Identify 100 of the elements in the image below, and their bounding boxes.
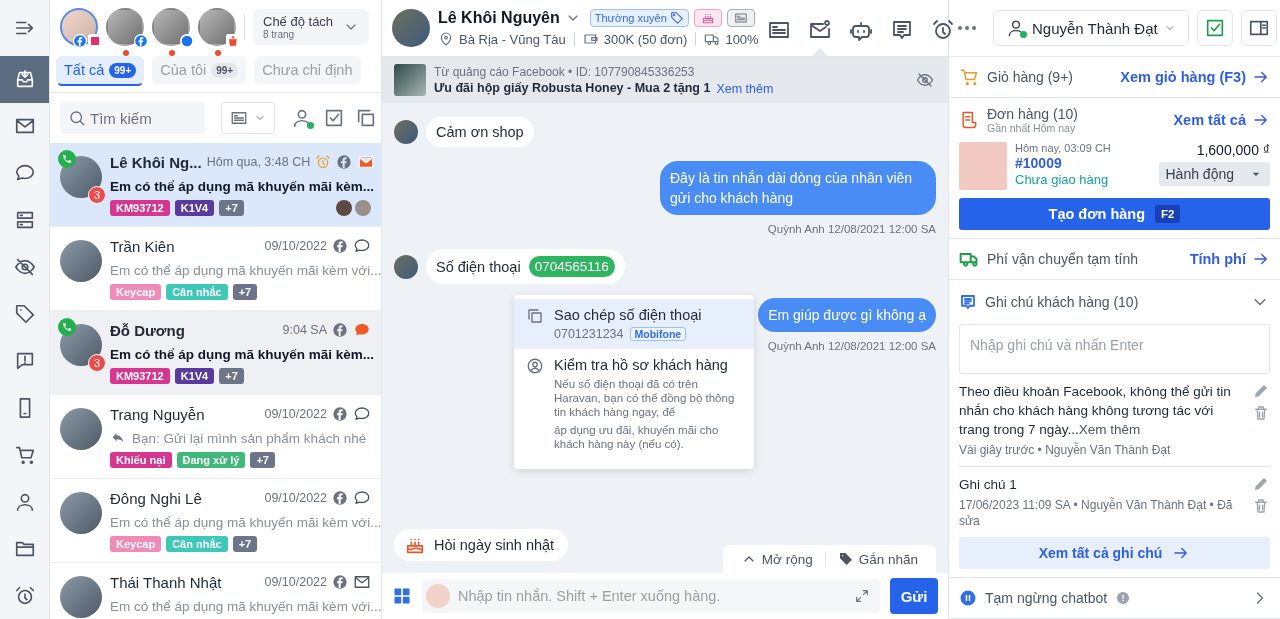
page-avatar[interactable] (152, 8, 190, 46)
conversation-item[interactable]: Thái Thanh Nhật 09/10/2022 Em có thể áp dụng mã khuyến mãi kèm với... (50, 563, 381, 619)
message-preview: Em có thể áp dụng mã khuyến mãi kèm... (110, 178, 375, 194)
alarm-clock-icon (13, 584, 36, 607)
menu-item-description: Nếu số điện thoại đã có trên Haravan, bạn có thể đồng bộ thông tin khách hàng ngay, để (554, 377, 736, 419)
action-button[interactable]: Mở rộng (728, 551, 825, 567)
filter-tab[interactable]: Của tôi 99+ (152, 56, 247, 84)
pencil-icon[interactable] (1252, 382, 1270, 400)
chatbot-title: Tạm ngừng chatbot (985, 590, 1108, 606)
label-tag: Keycap (110, 284, 162, 300)
orders-subtitle: Gần nhất Hôm nay (987, 122, 1077, 134)
conversation-item[interactable]: 3 Lê Khôi Ng... Hôm qua, 3:48 CH Em có thể áp dụng mã khuyến mãi kèm... KM93712 K1V4 +7 (50, 143, 381, 227)
order-code-link[interactable]: #10009 (1015, 155, 1111, 171)
label-tag: +7 (219, 368, 244, 384)
facebook-icon (332, 490, 348, 506)
note-input[interactable]: Nhập ghi chú và nhấn Enter (959, 324, 1270, 374)
nav-button[interactable] (0, 55, 49, 103)
alarm-clock-icon (315, 154, 332, 170)
message-time: Hôm qua, 3:48 CH (206, 155, 311, 169)
contact-name: Trần Kiên (110, 237, 176, 255)
label-tag: K1V4 (174, 200, 215, 216)
page-avatar[interactable] (198, 8, 236, 46)
tag-icon (669, 11, 684, 25)
message-preview: Bạn: Gửi lại mình sản phẩm khách nhé (132, 430, 367, 446)
orders-title: Đơn hàng (10) (987, 106, 1078, 122)
menu-item[interactable]: Kiểm tra hồ sơ khách hàng Nếu số điện thoại đã có trên Haravan, bạn có thể đồng bộ thông tin khách hàng ngay, để áp dụng ưu đãi, khuyến mãi cho khách hàng này (nếu có). (514, 349, 754, 459)
menu-item-label: Sao chép số điện thoại (554, 307, 702, 323)
avatar (392, 9, 430, 47)
see-more-link[interactable]: Xem thêm (716, 82, 774, 96)
expand-icon[interactable] (854, 588, 870, 604)
product-photo-placeholder (959, 142, 1007, 190)
action-dropdown[interactable]: Hành động (1159, 162, 1270, 186)
help-icon[interactable] (1115, 590, 1132, 606)
location-pin-icon (438, 31, 454, 47)
note-text: Theo điều khoản Facebook, không thể gửi tin nhắn cho khách hàng không tương tác với trang trong 7 ngày...Xem thêm (959, 383, 1232, 439)
eye-slash-icon[interactable] (916, 71, 934, 89)
inbox-filter-dropdown[interactable] (221, 102, 275, 134)
view-all-orders-link[interactable]: Xem tất cả (1173, 111, 1270, 129)
filter-tab[interactable]: Tất cả 99+ (56, 56, 145, 84)
assignee-avatar (355, 200, 371, 216)
label-tag: Cân nhắc (166, 284, 228, 300)
message-preview: Em có thể áp dụng mã khuyến mãi kèm với... (110, 262, 381, 278)
suggestion-label: Hỏi ngày sinh nhật (434, 537, 555, 553)
search-field[interactable]: Tìm kiếm (60, 102, 205, 134)
phone-icon (61, 321, 73, 333)
label-tag: Cân nhắc (166, 536, 228, 552)
message-meta: Quỳnh Anh 12/08/2021 12:00 SA (767, 340, 936, 352)
message-meta: Quỳnh Anh 12/08/2021 12:00 SA (767, 223, 936, 235)
facebook-icon (134, 34, 148, 48)
create-order-button[interactable]: Tạo đơn hàng F2 (959, 198, 1270, 230)
label-tag: KM93712 (110, 200, 170, 216)
label-tag: +7 (219, 200, 244, 216)
select-all-icon[interactable] (355, 107, 377, 129)
facebook-icon (332, 322, 348, 338)
conversation-item[interactable]: Trang Nguyễn 09/10/2022 Bạn: Gửi lại mình sản phẩm khách nhé Khiếu nại Đang xử lý +7 (50, 395, 381, 479)
contact-name[interactable]: Lê Khôi Nguyên (438, 9, 560, 27)
complete-button[interactable] (1196, 10, 1233, 46)
panel-toggle-button[interactable] (1240, 10, 1277, 46)
menu-item[interactable]: Sao chép số điện thoại 0701231234 Mobifone (514, 299, 754, 349)
label-tag: +7 (232, 536, 258, 552)
apps-grid-icon[interactable] (392, 586, 412, 606)
tray-icon (230, 109, 248, 127)
check-list-icon[interactable] (323, 107, 345, 129)
receipt-icon (959, 110, 979, 130)
message-bubble: Em giúp được gì không ạ (758, 298, 936, 332)
note-icon (959, 293, 977, 311)
page-avatar[interactable] (106, 8, 144, 46)
view-all-notes-button[interactable]: Xem tất cả ghi chú (959, 537, 1270, 569)
tab-label: Của tôi (160, 62, 207, 78)
message-text: Số điện thoại (436, 258, 521, 275)
see-more-link[interactable]: Xem thêm (1078, 422, 1141, 437)
message-preview: Em có thể áp dụng mã khuyến mãi kèm với... (110, 514, 381, 530)
trash-icon[interactable] (1252, 497, 1270, 515)
action-label: Gắn nhãn (858, 551, 918, 567)
note-meta: Vài giây trước • Nguyễn Văn Thành Đạt (959, 442, 1172, 458)
view-mode-dropdown[interactable]: Chế độ tách 8 trang (253, 9, 369, 45)
tag-icon (837, 551, 854, 567)
message-input[interactable]: Nhập tin nhắn. Shift + Enter xuống hàng. (422, 579, 880, 613)
view-cart-link[interactable]: Xem giỏ hàng (F3) (1120, 68, 1270, 86)
truck-icon (704, 31, 721, 47)
suggestion-chip[interactable]: Hỏi ngày sinh nhật (394, 529, 569, 561)
online-dot (307, 122, 314, 129)
delivery-rate: 100% (725, 31, 759, 47)
pencil-icon[interactable] (1252, 475, 1270, 493)
cake-icon (700, 11, 715, 25)
message-preview: Em có thể áp dụng mã khuyến mãi kèm... (110, 346, 375, 362)
send-button[interactable]: Gửi (890, 578, 938, 614)
phone-icon (61, 153, 73, 165)
action-button[interactable]: Gắn nhãn (825, 551, 930, 567)
avatar (394, 254, 418, 279)
message-time: 09/10/2022 (264, 491, 327, 505)
calculate-fee-link[interactable]: Tính phí (1189, 250, 1270, 268)
conversation-item[interactable]: Trần Kiên 09/10/2022 Em có thể áp dụng mã khuyến mãi kèm với... Keycap Cân nhắc +7 (50, 227, 381, 311)
online-dot (1020, 31, 1027, 38)
alarm-clock-icon[interactable] (930, 18, 955, 42)
trash-icon[interactable] (1252, 404, 1270, 422)
conversation-item[interactable]: Đông Nghi Lê 09/10/2022 Em có thể áp dụng mã khuyến mãi kèm với... Keycap Cân nhắc +7 (50, 479, 381, 563)
facebook-icon (332, 238, 348, 254)
assignee-dropdown[interactable]: Nguyễn Thành Đạt (993, 10, 1189, 46)
conversation-item[interactable]: 3 Đỗ Dương 9:04 SA Em có thể áp dụng mã khuyến mãi kèm... KM93712 K1V4 +7 (50, 311, 381, 395)
